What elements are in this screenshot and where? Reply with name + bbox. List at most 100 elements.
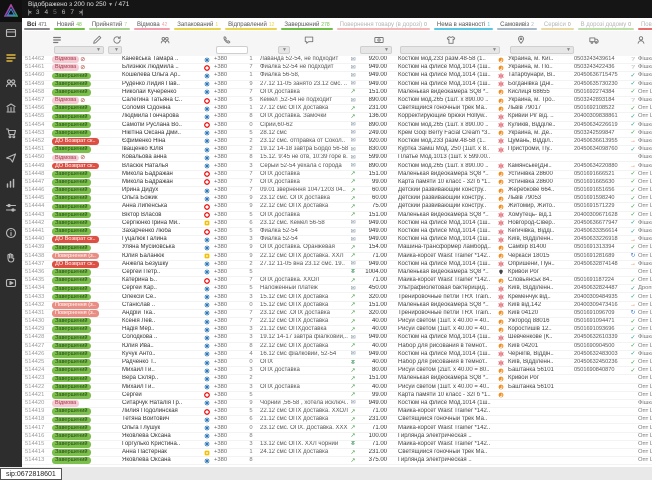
order-row[interactable]: 514428ЗавершенийСолодкова ..+380319.12 1…: [22, 334, 652, 342]
page-button-6[interactable]: 6: [62, 9, 66, 16]
client-phone[interactable]: +380: [214, 228, 242, 235]
order-row[interactable]: 514420ВідмоваСитарчук Наталія Гр..+3809Ч…: [22, 400, 652, 408]
order-row[interactable]: 514419ЗавершенийЛилия Подолинская+380522…: [22, 408, 652, 416]
client-phone[interactable]: +380: [214, 400, 242, 407]
order-row[interactable]: 514414ЗавершенийАнна Пастернак+380124.12…: [22, 449, 652, 457]
client-phone[interactable]: +380: [214, 310, 242, 317]
order-row[interactable]: 514449ДО Возврат ск..Власюк Наталья+3803…: [22, 162, 652, 170]
client-phone[interactable]: +380: [214, 384, 242, 391]
client-phone[interactable]: +380: [214, 269, 242, 276]
country-filter-select[interactable]: ▼: [108, 46, 122, 54]
ttn-number[interactable]: 0501691094471: [574, 318, 628, 325]
client-phone[interactable]: +380: [214, 130, 242, 137]
ttn-number[interactable]: 0501690904500: [574, 343, 628, 350]
sidebar-item-office[interactable]: [0, 97, 22, 122]
status-badge[interactable]: Завершений: [52, 449, 91, 456]
status-badge[interactable]: Відмова: [52, 155, 79, 162]
ttn-number[interactable]: 20450632483003: [574, 351, 628, 358]
client-phone[interactable]: +380: [214, 64, 242, 71]
tab-2[interactable]: Прийнятий7: [87, 18, 132, 31]
status-badge[interactable]: Завершений: [52, 326, 91, 333]
tab-4[interactable]: Запакований1: [172, 18, 223, 31]
status-badge[interactable]: Завершений: [52, 286, 91, 293]
order-row[interactable]: 514426ЗавершенийКучук Анто..+380416.12 с…: [22, 351, 652, 359]
status-badge[interactable]: Завершений: [52, 73, 91, 80]
order-row[interactable]: 514442ЗавершенийСергіюнко Ірина Ми..+380…: [22, 220, 652, 228]
page-button-3[interactable]: 3: [36, 9, 40, 16]
status-badge[interactable]: Завершений: [52, 343, 91, 350]
client-phone[interactable]: +380: [214, 122, 242, 129]
status-filter-select[interactable]: ▼: [54, 46, 104, 54]
order-row[interactable]: 514443ЗавершенийВіктор Власов+3805ОПХ до…: [22, 212, 652, 220]
client-phone[interactable]: +380: [214, 212, 242, 219]
client-phone[interactable]: +380: [214, 457, 242, 464]
client-phone[interactable]: +380: [214, 261, 242, 268]
page-button-7[interactable]: 7: [70, 9, 74, 16]
status-badge[interactable]: Завершений: [52, 384, 91, 391]
order-row[interactable]: 514452ДО Возврат ск..Єфименко Ніна+38022…: [22, 138, 652, 146]
order-row[interactable]: 514455ЗавершенийЛюдмила Гончарова+3808ОП…: [22, 113, 652, 121]
sidebar-item-clients[interactable]: [0, 72, 22, 97]
order-row[interactable]: 514453ЗавершенийНікітіна Оксана Дми..+38…: [22, 130, 652, 138]
ttn-number[interactable]: 0501691666521: [574, 171, 628, 178]
app-logo[interactable]: [0, 0, 22, 22]
status-badge[interactable]: Завершений: [52, 408, 91, 415]
city-filter-select[interactable]: ▼: [510, 46, 574, 54]
order-row[interactable]: 514424ЗавершенийМихаил Ги..+3803ОПХ дост…: [22, 367, 652, 375]
ttn-number[interactable]: 20450632874148: [574, 261, 628, 268]
client-phone[interactable]: +380: [214, 89, 242, 96]
tab-11[interactable]: В дорозі додому0: [576, 18, 636, 31]
ttn-number[interactable]: 0501691571229: [574, 203, 628, 210]
client-phone[interactable]: +380: [214, 285, 242, 292]
client-phone[interactable]: +380: [214, 351, 242, 358]
status-badge[interactable]: Завершений: [52, 204, 91, 211]
client-phone[interactable]: +380: [214, 97, 242, 104]
order-row[interactable]: 514460ЗавершенийКошелева Ольга Ар..+3801…: [22, 72, 652, 80]
status-badge[interactable]: Завершений: [52, 367, 91, 374]
client-phone[interactable]: +380: [214, 138, 242, 145]
payment-filter-select[interactable]: ▼: [360, 46, 392, 54]
page-button-4[interactable]: 4: [45, 9, 49, 16]
client-phone[interactable]: +380: [214, 72, 242, 79]
status-badge[interactable]: Завершений: [52, 269, 91, 276]
order-row[interactable]: 514457Відмова⊘Салегина Татьяна С..+3805К…: [22, 97, 652, 105]
status-badge[interactable]: ДО Возврат ск..: [52, 138, 99, 145]
order-row[interactable]: 514422ЗавершенийМихаил Ги..+3803ОПХ дост…: [22, 384, 652, 392]
order-row[interactable]: 514459ЗавершенийРуденко Лидия Пав..+3809…: [22, 81, 652, 89]
order-row[interactable]: 514435ЗавершенийКатерина Б..+3807ОПХ дос…: [22, 277, 652, 285]
ttn-number[interactable]: 20450634226619: [574, 122, 628, 129]
order-row[interactable]: 514423ЗавершенийВера Скляр..+3802↗151.00…: [22, 375, 652, 383]
ttn-number[interactable]: 20450634220880: [574, 163, 628, 170]
ttn-number[interactable]: 0501691093696: [574, 326, 628, 333]
sip-status[interactable]: sip:0672818601: [0, 468, 62, 480]
order-row[interactable]: 514425ЗавершенийРадченко Т..+3800ОПХ₴40.…: [22, 359, 652, 367]
sidebar-item-stats[interactable]: [0, 172, 22, 197]
sidebar-item-dashboard[interactable]: [0, 22, 22, 47]
ttn-number[interactable]: 20450636715475: [574, 72, 628, 79]
status-badge[interactable]: Завершений: [52, 81, 91, 88]
client-phone[interactable]: +380: [214, 425, 242, 432]
ttn-number[interactable]: 0501691281689: [574, 253, 628, 260]
tab-5[interactable]: Відправлений12: [223, 18, 279, 31]
status-badge[interactable]: Завершений: [52, 441, 91, 448]
order-row[interactable]: 514437ДО Возврат ск..Анжела Безушку+3802…: [22, 261, 652, 269]
ttn-number[interactable]: 20400309473416: [574, 302, 628, 309]
order-row[interactable]: 514446ЗавершенийИрина Дидух+380709.01 зв…: [22, 187, 652, 195]
ttn-number[interactable]: 20450632824487: [574, 285, 628, 292]
ttn-number[interactable]: 20450635730230: [574, 81, 628, 88]
ttn-number[interactable]: 0501691313394: [574, 244, 628, 251]
sidebar-item-send[interactable]: [0, 147, 22, 172]
status-badge[interactable]: Завершений: [52, 195, 91, 202]
client-phone[interactable]: +380: [214, 220, 242, 227]
status-badge[interactable]: Завершений: [52, 212, 91, 219]
sidebar-item-sliders[interactable]: [0, 197, 22, 222]
client-phone[interactable]: +380: [214, 203, 242, 210]
client-phone[interactable]: +380: [214, 179, 242, 186]
first-page-button[interactable]: |«: [28, 10, 31, 16]
client-phone[interactable]: +380: [214, 408, 242, 415]
client-phone[interactable]: +380: [214, 146, 242, 153]
client-phone[interactable]: +380: [214, 343, 242, 350]
order-row[interactable]: 514427ЗавершенийЮлия Ива..+380822.12 смс…: [22, 343, 652, 351]
sidebar-item-info[interactable]: [0, 222, 22, 247]
order-row[interactable]: 514454ЗавершенийСамотій Руслана Во..+380…: [22, 122, 652, 130]
